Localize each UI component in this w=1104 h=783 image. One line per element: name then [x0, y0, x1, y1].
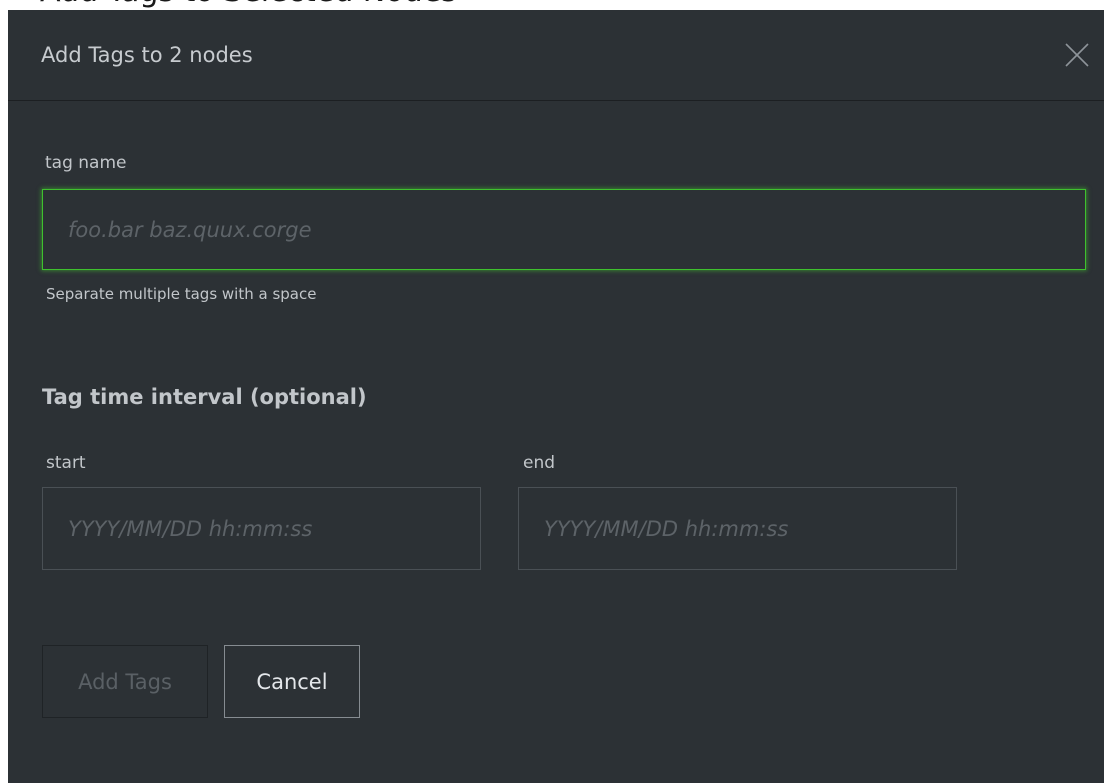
background-page-title: Add Tags to Selected Nodes [40, 0, 457, 9]
close-icon [1065, 43, 1089, 67]
end-datetime-input[interactable] [518, 487, 957, 570]
tag-name-label: tag name [45, 153, 127, 173]
end-label: end [523, 453, 556, 473]
tag-time-interval-heading: Tag time interval (optional) [42, 385, 367, 409]
close-button[interactable] [1062, 40, 1092, 70]
cancel-button[interactable]: Cancel [224, 645, 360, 718]
tag-name-input[interactable] [42, 189, 1086, 270]
background-page: Add Tags to Selected Nodes [0, 0, 1104, 10]
start-label: start [46, 453, 86, 473]
add-tags-button[interactable]: Add Tags [42, 645, 208, 718]
dialog-title: Add Tags to 2 nodes [41, 43, 253, 67]
tag-name-help-text: Separate multiple tags with a space [46, 285, 317, 303]
add-tags-dialog: Add Tags to 2 nodes tag name Separate mu… [8, 10, 1104, 783]
dialog-header: Add Tags to 2 nodes [8, 10, 1104, 101]
start-datetime-input[interactable] [42, 487, 481, 570]
